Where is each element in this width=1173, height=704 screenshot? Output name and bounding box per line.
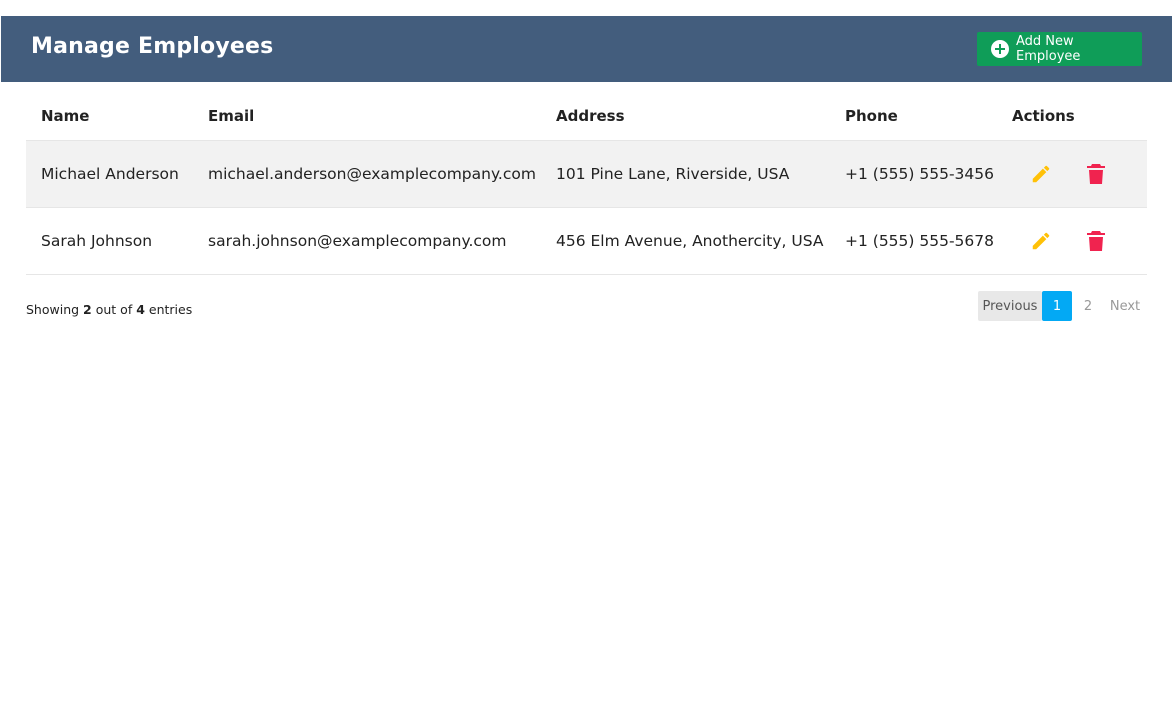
shown-count: 2 [83, 302, 92, 317]
column-header-address: Address [541, 92, 830, 141]
add-employee-button[interactable]: Add New Employee [977, 32, 1142, 66]
entries-label: entries [148, 302, 193, 317]
out-of-label: out of [95, 302, 133, 317]
employee-actions [997, 140, 1147, 208]
pagination-previous[interactable]: Previous [978, 291, 1042, 321]
employee-phone: +1 (555) 555-5678 [830, 207, 997, 275]
pagination-page-1[interactable]: 1 [1042, 291, 1072, 321]
pagination-page-2[interactable]: 2 [1072, 291, 1104, 321]
table-row: Sarah Johnson sarah.johnson@examplecompa… [26, 207, 1147, 275]
employee-phone: +1 (555) 555-3456 [830, 140, 997, 208]
column-header-phone: Phone [830, 92, 997, 141]
employee-actions [997, 207, 1147, 275]
table-header-row: Name Email Address Phone Actions [26, 92, 1147, 141]
table-row: Michael Anderson michael.anderson@exampl… [26, 140, 1147, 208]
trash-icon[interactable] [1086, 230, 1106, 252]
plus-circle-icon [991, 40, 1009, 58]
column-header-actions: Actions [997, 92, 1147, 141]
employee-email: michael.anderson@examplecompany.com [193, 140, 541, 208]
page-title: Manage Employees [31, 34, 274, 59]
column-header-name: Name [26, 92, 193, 141]
employees-table: Name Email Address Phone Actions Michael… [26, 92, 1147, 275]
total-count: 4 [136, 302, 145, 317]
pencil-icon[interactable] [1030, 230, 1052, 252]
pencil-icon[interactable] [1030, 163, 1052, 185]
employee-address: 101 Pine Lane, Riverside, USA [541, 140, 830, 208]
column-header-email: Email [193, 92, 541, 141]
entries-summary: Showing 2 out of 4 entries [26, 302, 192, 317]
employee-name: Michael Anderson [26, 140, 193, 208]
page-header: Manage Employees Add New Employee [1, 16, 1172, 82]
trash-icon[interactable] [1086, 163, 1106, 185]
pagination: Previous 1 2 Next [978, 291, 1146, 321]
employee-email: sarah.johnson@examplecompany.com [193, 207, 541, 275]
add-employee-label: Add New Employee [1016, 34, 1081, 64]
employee-name: Sarah Johnson [26, 207, 193, 275]
showing-label: Showing [26, 302, 80, 317]
pagination-next[interactable]: Next [1104, 291, 1146, 321]
employee-address: 456 Elm Avenue, Anothercity, USA [541, 207, 830, 275]
